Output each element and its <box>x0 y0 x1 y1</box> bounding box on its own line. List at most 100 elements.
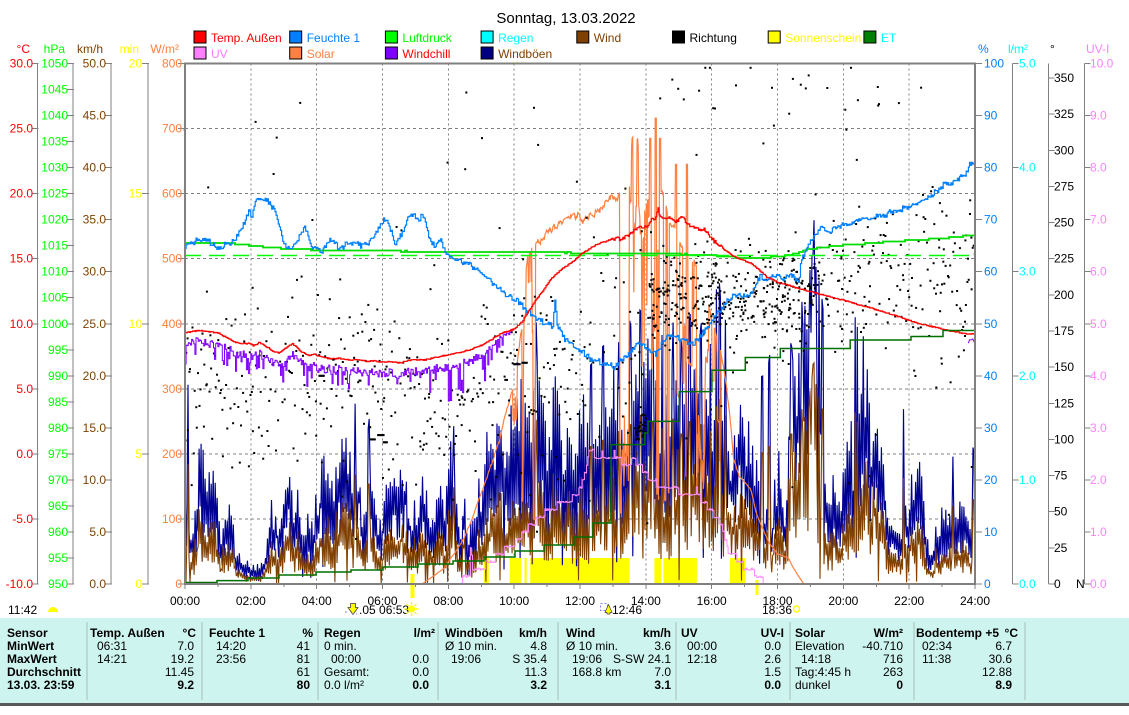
svg-text:-5.0: -5.0 <box>12 512 33 526</box>
svg-text:W/m²: W/m² <box>874 626 903 640</box>
svg-text:18:36: 18:36 <box>762 603 792 617</box>
svg-text:0.0: 0.0 <box>89 577 106 591</box>
svg-text:168.8 km: 168.8 km <box>572 665 621 679</box>
svg-text:965: 965 <box>48 499 68 513</box>
svg-text:10: 10 <box>129 317 143 331</box>
svg-text:12:46: 12:46 <box>612 603 642 617</box>
svg-text:1025: 1025 <box>41 187 68 201</box>
svg-text:0.0: 0.0 <box>764 639 781 653</box>
svg-text:14:21: 14:21 <box>97 652 127 666</box>
svg-text:41: 41 <box>297 639 311 653</box>
svg-text:0.0: 0.0 <box>412 678 429 692</box>
svg-text:700: 700 <box>162 122 182 136</box>
svg-text:7.0: 7.0 <box>1090 213 1107 227</box>
svg-text:500: 500 <box>162 252 182 266</box>
svg-text:°: ° <box>1050 42 1055 56</box>
svg-text:275: 275 <box>1054 179 1074 193</box>
svg-text:Feuchte 1: Feuchte 1 <box>209 626 265 640</box>
svg-text:9.0: 9.0 <box>1090 109 1107 123</box>
svg-text:1015: 1015 <box>41 239 68 253</box>
svg-text:6.0: 6.0 <box>1090 265 1107 279</box>
svg-text:0: 0 <box>135 577 142 591</box>
svg-text:Solar: Solar <box>795 626 825 640</box>
svg-text:11.3: 11.3 <box>525 665 548 679</box>
svg-text:00:00: 00:00 <box>687 639 717 653</box>
svg-text:0.0: 0.0 <box>16 447 33 461</box>
svg-text:Richtung: Richtung <box>690 31 737 45</box>
svg-text:50.0: 50.0 <box>83 57 107 71</box>
svg-text:12.88: 12.88 <box>982 665 1012 679</box>
svg-text:30: 30 <box>984 421 998 435</box>
svg-text:11:38: 11:38 <box>922 652 951 666</box>
svg-text:Temp. Außen: Temp. Außen <box>211 31 282 45</box>
svg-text:263: 263 <box>883 665 903 679</box>
svg-text:06:31: 06:31 <box>97 639 127 653</box>
svg-text:250: 250 <box>1054 216 1074 230</box>
svg-text:12:00: 12:00 <box>565 594 595 608</box>
svg-text:0: 0 <box>896 678 903 692</box>
svg-text:00:00: 00:00 <box>170 594 200 608</box>
svg-text:UV: UV <box>211 47 228 61</box>
svg-text:02:00: 02:00 <box>236 594 266 608</box>
svg-text:7.0: 7.0 <box>177 639 194 653</box>
svg-text:11.45: 11.45 <box>165 665 194 679</box>
svg-text:15.0: 15.0 <box>10 252 34 266</box>
svg-text:400: 400 <box>162 317 182 331</box>
svg-text:0: 0 <box>984 577 991 591</box>
svg-text:min: min <box>120 42 139 56</box>
svg-text:25.0: 25.0 <box>10 122 34 136</box>
svg-text:23:56: 23:56 <box>216 652 246 666</box>
svg-text:25: 25 <box>1054 541 1068 555</box>
svg-text:1010: 1010 <box>41 265 68 279</box>
svg-text:Windböen: Windböen <box>445 626 503 640</box>
svg-text:dunkel: dunkel <box>795 678 830 692</box>
svg-text:Elevation: Elevation <box>795 639 844 653</box>
svg-text:7.0: 7.0 <box>654 665 671 679</box>
svg-text:300: 300 <box>162 382 182 396</box>
svg-text:14:18: 14:18 <box>801 652 831 666</box>
svg-text:5.0: 5.0 <box>1019 57 1036 71</box>
svg-text:9.2: 9.2 <box>177 678 194 692</box>
svg-text:1.5: 1.5 <box>764 665 781 679</box>
svg-text:80: 80 <box>297 678 311 692</box>
svg-text:200: 200 <box>1054 288 1074 302</box>
svg-text:2.0: 2.0 <box>1090 473 1107 487</box>
svg-text:Solar: Solar <box>307 47 335 61</box>
svg-text:Sensor: Sensor <box>7 626 48 640</box>
svg-text:975: 975 <box>48 447 68 461</box>
svg-text:3.1: 3.1 <box>654 678 671 692</box>
svg-text:970: 970 <box>48 473 68 487</box>
svg-text:1050: 1050 <box>41 57 68 71</box>
svg-text:20: 20 <box>984 473 998 487</box>
svg-text:4.8: 4.8 <box>530 639 547 653</box>
svg-text:Wind: Wind <box>594 31 621 45</box>
svg-text:225: 225 <box>1054 252 1074 266</box>
svg-text:16:00: 16:00 <box>697 594 727 608</box>
svg-text:Ø 10 min.: Ø 10 min. <box>445 639 497 653</box>
svg-text:125: 125 <box>1054 396 1074 410</box>
svg-text:0.0: 0.0 <box>1090 577 1107 591</box>
svg-text:°C: °C <box>17 42 31 56</box>
svg-text:81: 81 <box>297 652 311 666</box>
svg-text:°C: °C <box>1005 626 1019 640</box>
svg-text:Regen: Regen <box>498 31 533 45</box>
svg-text:3.0: 3.0 <box>1019 265 1036 279</box>
svg-text:5: 5 <box>135 447 142 461</box>
svg-text:0.0: 0.0 <box>412 665 429 679</box>
svg-text:Sonntag, 13.03.2022: Sonntag, 13.03.2022 <box>496 10 635 27</box>
svg-text:1.0: 1.0 <box>1090 525 1107 539</box>
svg-text:70: 70 <box>984 213 998 227</box>
svg-text:10.0: 10.0 <box>83 473 107 487</box>
svg-text:1.0: 1.0 <box>1019 473 1036 487</box>
svg-text:8.0: 8.0 <box>1090 161 1107 175</box>
svg-text:Feuchte 1: Feuchte 1 <box>307 31 361 45</box>
svg-text:UV: UV <box>681 626 698 640</box>
svg-text:300: 300 <box>1054 143 1074 157</box>
svg-text:100: 100 <box>162 512 182 526</box>
svg-text:980: 980 <box>48 421 68 435</box>
svg-text:100: 100 <box>1054 432 1074 446</box>
svg-text:%: % <box>302 626 313 640</box>
svg-text:985: 985 <box>48 395 68 409</box>
svg-text:S-SW 24.1: S-SW 24.1 <box>613 652 671 666</box>
svg-text:350: 350 <box>1054 71 1074 85</box>
